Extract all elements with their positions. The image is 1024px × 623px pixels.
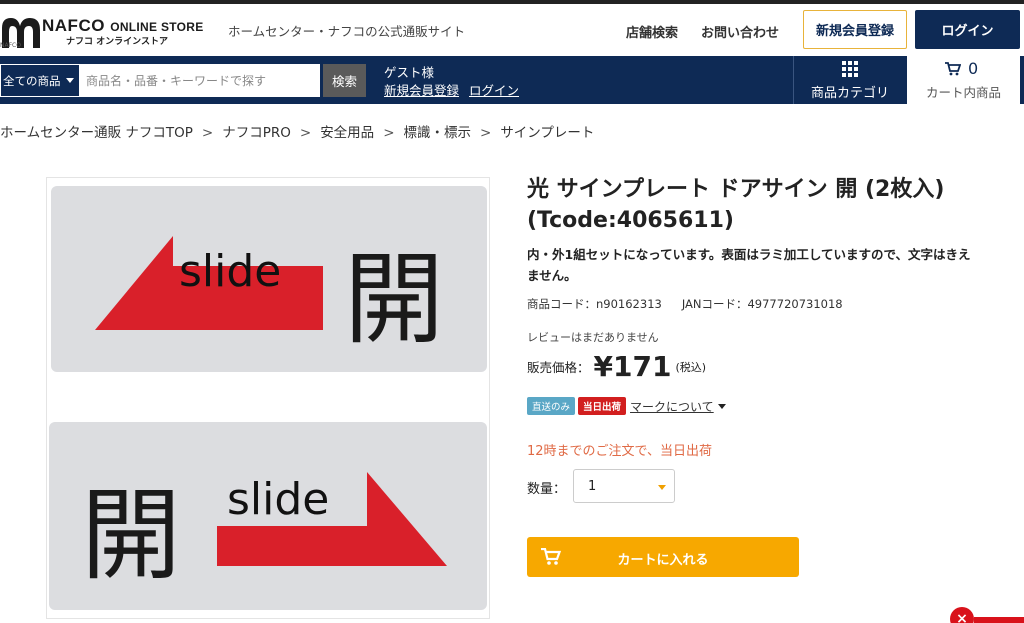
- contact-link[interactable]: お問い合わせ: [701, 22, 779, 41]
- product-title: 光 サインプレート ドアサイン 開 (2枚入)(Tcode:4065611): [527, 177, 945, 233]
- chevron-down-icon: [658, 485, 666, 490]
- guest-login-link[interactable]: ログイン: [469, 83, 519, 98]
- sign-plate-right: 開 slide: [49, 422, 487, 610]
- search-button[interactable]: 検索: [323, 64, 366, 97]
- register-button[interactable]: 新規会員登録: [803, 10, 907, 49]
- guest-register-link[interactable]: 新規会員登録: [384, 83, 459, 98]
- breadcrumb-item-signs[interactable]: 標識・標示: [404, 125, 472, 141]
- quantity-select[interactable]: 1: [573, 469, 675, 503]
- floating-banner-edge: [974, 617, 1024, 623]
- quantity-value: 1: [588, 478, 597, 494]
- review-status: レビューはまだありません: [527, 331, 659, 344]
- plate-left-kanji: 開: [344, 241, 444, 358]
- site-tagline: ホームセンター・ナフコの公式通販サイト: [228, 24, 466, 39]
- close-icon[interactable]: ×: [950, 607, 974, 623]
- plate-right-graphic: 開 slide: [81, 472, 447, 594]
- sign-plate-left: slide 開: [51, 186, 487, 372]
- plate-left-word: slide: [179, 246, 281, 297]
- add-to-cart-button[interactable]: カートに入れる: [527, 537, 799, 577]
- guest-greeting: ゲスト様: [384, 65, 435, 80]
- store-search-link[interactable]: 店舗検索: [626, 22, 678, 41]
- badge-direct-only: 直送のみ: [527, 397, 576, 415]
- category-select-label: 全ての商品: [3, 73, 61, 88]
- badge-row: 直送のみ 当日出荷 マークについて: [527, 397, 726, 415]
- category-menu-button[interactable]: 商品カテゴリ: [795, 56, 905, 104]
- category-select[interactable]: 全ての商品: [0, 64, 80, 97]
- nav-divider: [793, 56, 794, 104]
- chevron-down-icon[interactable]: [717, 403, 726, 409]
- chevron-down-icon: [65, 78, 74, 83]
- badge-same-day: 当日出荷: [578, 397, 627, 415]
- category-menu-label: 商品カテゴリ: [810, 86, 889, 101]
- tax-note: (税込): [675, 360, 707, 374]
- plate-right-kanji: 開: [81, 477, 181, 594]
- breadcrumb-separator: >: [299, 125, 312, 141]
- logo-subtitle: ナフコ オンラインストア: [66, 37, 168, 47]
- breadcrumb-item-pro[interactable]: ナフコPRO: [222, 125, 291, 141]
- cart-icon: [945, 62, 961, 76]
- cart-count: 0: [968, 59, 979, 78]
- product-description: 内・外1組セットになっています。表面はラミ加工していますので、文字はきえません。: [527, 247, 971, 283]
- breadcrumb: ホームセンター通販 ナフコTOP > ナフコPRO > 安全用品 > 標識・標示 > サインプレ…: [0, 121, 594, 141]
- shipping-notice: 12時までのご注文で、当日出荷: [527, 444, 713, 459]
- product-code: 商品コード：n90162313: [527, 297, 662, 311]
- logo-tiny-text: NAFCO: [0, 42, 21, 49]
- login-button[interactable]: ログイン: [915, 10, 1020, 49]
- mark-info-link[interactable]: マークについて: [630, 400, 714, 414]
- product-image[interactable]: slide 開 開 slide: [46, 177, 490, 619]
- grid-icon: [842, 61, 858, 77]
- search-input[interactable]: [80, 64, 320, 97]
- breadcrumb-separator: >: [383, 125, 395, 141]
- quantity-label: 数量：: [527, 482, 567, 497]
- price-value: ¥171: [593, 350, 672, 383]
- site-logo[interactable]: NAFCO ONLINE STORE ナフコ オンラインストア NAFCO: [0, 12, 210, 52]
- breadcrumb-item-current: サインプレート: [500, 125, 595, 141]
- breadcrumb-item-safety[interactable]: 安全用品: [320, 125, 374, 141]
- plate-right-word: slide: [227, 474, 329, 525]
- breadcrumb-item-top[interactable]: ホームセンター通販 ナフコTOP: [0, 125, 193, 141]
- breadcrumb-separator: >: [480, 125, 492, 141]
- cart-label: カート内商品: [925, 85, 1001, 100]
- guest-links: 新規会員登録 ログイン: [384, 80, 525, 99]
- cart-button[interactable]: 0 カート内商品: [907, 56, 1020, 104]
- jan-code: JANコード：4977720731018: [681, 297, 843, 311]
- breadcrumb-separator: >: [201, 125, 214, 141]
- nav-bar: 全ての商品 検索 ゲスト様 新規会員登録 ログイン 商品カテゴリ 0 カート内商…: [0, 56, 1024, 104]
- product-codes: 商品コード：n90162313 JANコード：4977720731018: [527, 296, 843, 312]
- price-label: 販売価格：: [527, 360, 590, 375]
- site-header: NAFCO ONLINE STORE ナフコ オンラインストア NAFCO ホー…: [0, 4, 1024, 56]
- price-row: 販売価格： ¥171 (税込): [527, 350, 706, 383]
- logo-wordmark: NAFCO ONLINE STORE: [42, 16, 204, 35]
- plate-left-graphic: slide 開: [95, 236, 444, 358]
- add-to-cart-label: カートに入れる: [617, 553, 709, 568]
